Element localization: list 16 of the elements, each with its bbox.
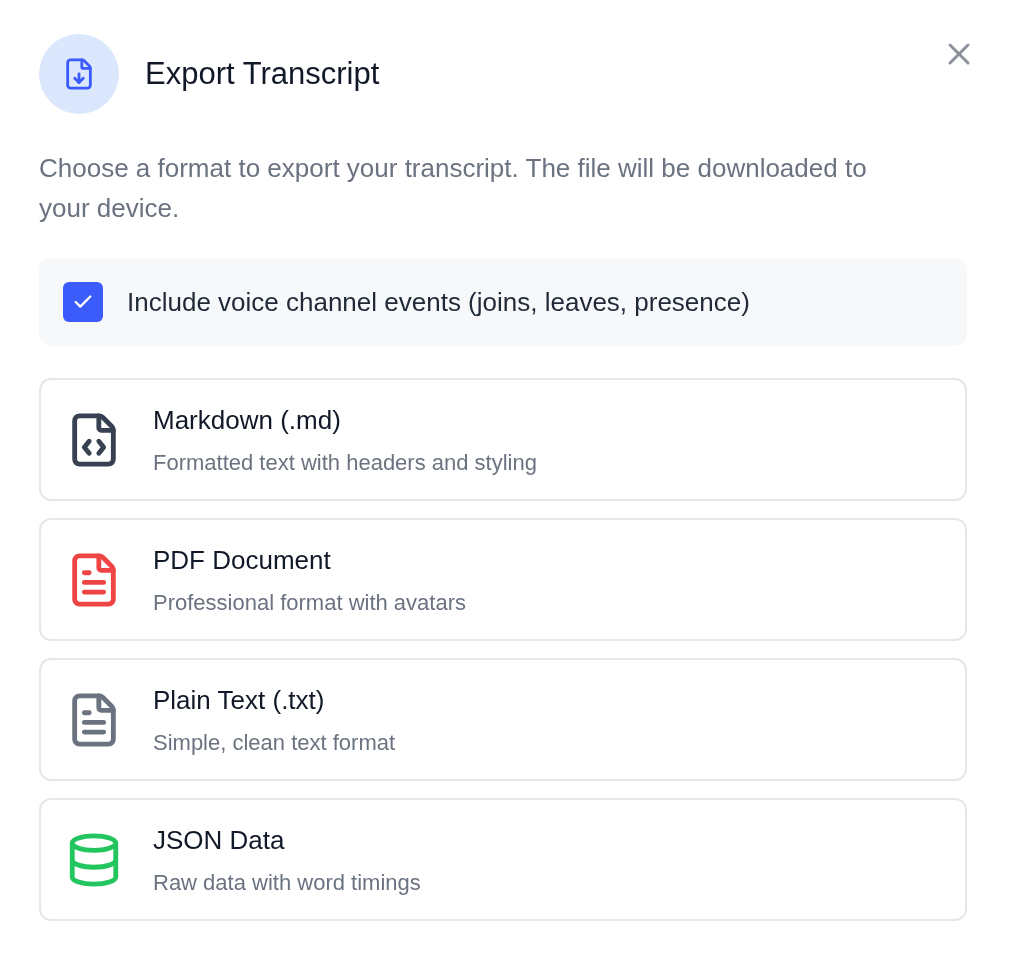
- format-title: JSON Data: [153, 823, 286, 857]
- format-title: PDF Document: [153, 543, 332, 577]
- format-title: Plain Text (.txt): [153, 683, 326, 717]
- format-description: Simple, clean text format: [153, 728, 396, 757]
- checkbox-label: Include voice channel events (joins, leaves, presence): [127, 285, 750, 319]
- format-description: Raw data with word timings: [153, 868, 421, 897]
- format-option[interactable]: PDF Document Professional format with avatars: [39, 518, 967, 641]
- format-description: Professional format with avatars: [153, 588, 467, 617]
- dialog-description: Choose a format to export your transcript. The file will be downloaded to your device.: [39, 152, 868, 225]
- format-description: Formatted text with headers and styling: [153, 448, 537, 477]
- format-option[interactable]: Plain Text (.txt) Simple, clean text format: [39, 658, 967, 781]
- dialog-title: Export Transcript: [145, 54, 380, 93]
- format-option[interactable]: JSON Data Raw data with word timings: [39, 798, 967, 921]
- format-option[interactable]: Markdown (.md) Formatted text with headers and styling: [39, 378, 967, 501]
- checkbox[interactable]: [63, 282, 103, 322]
- format-title: Markdown (.md): [153, 403, 342, 437]
